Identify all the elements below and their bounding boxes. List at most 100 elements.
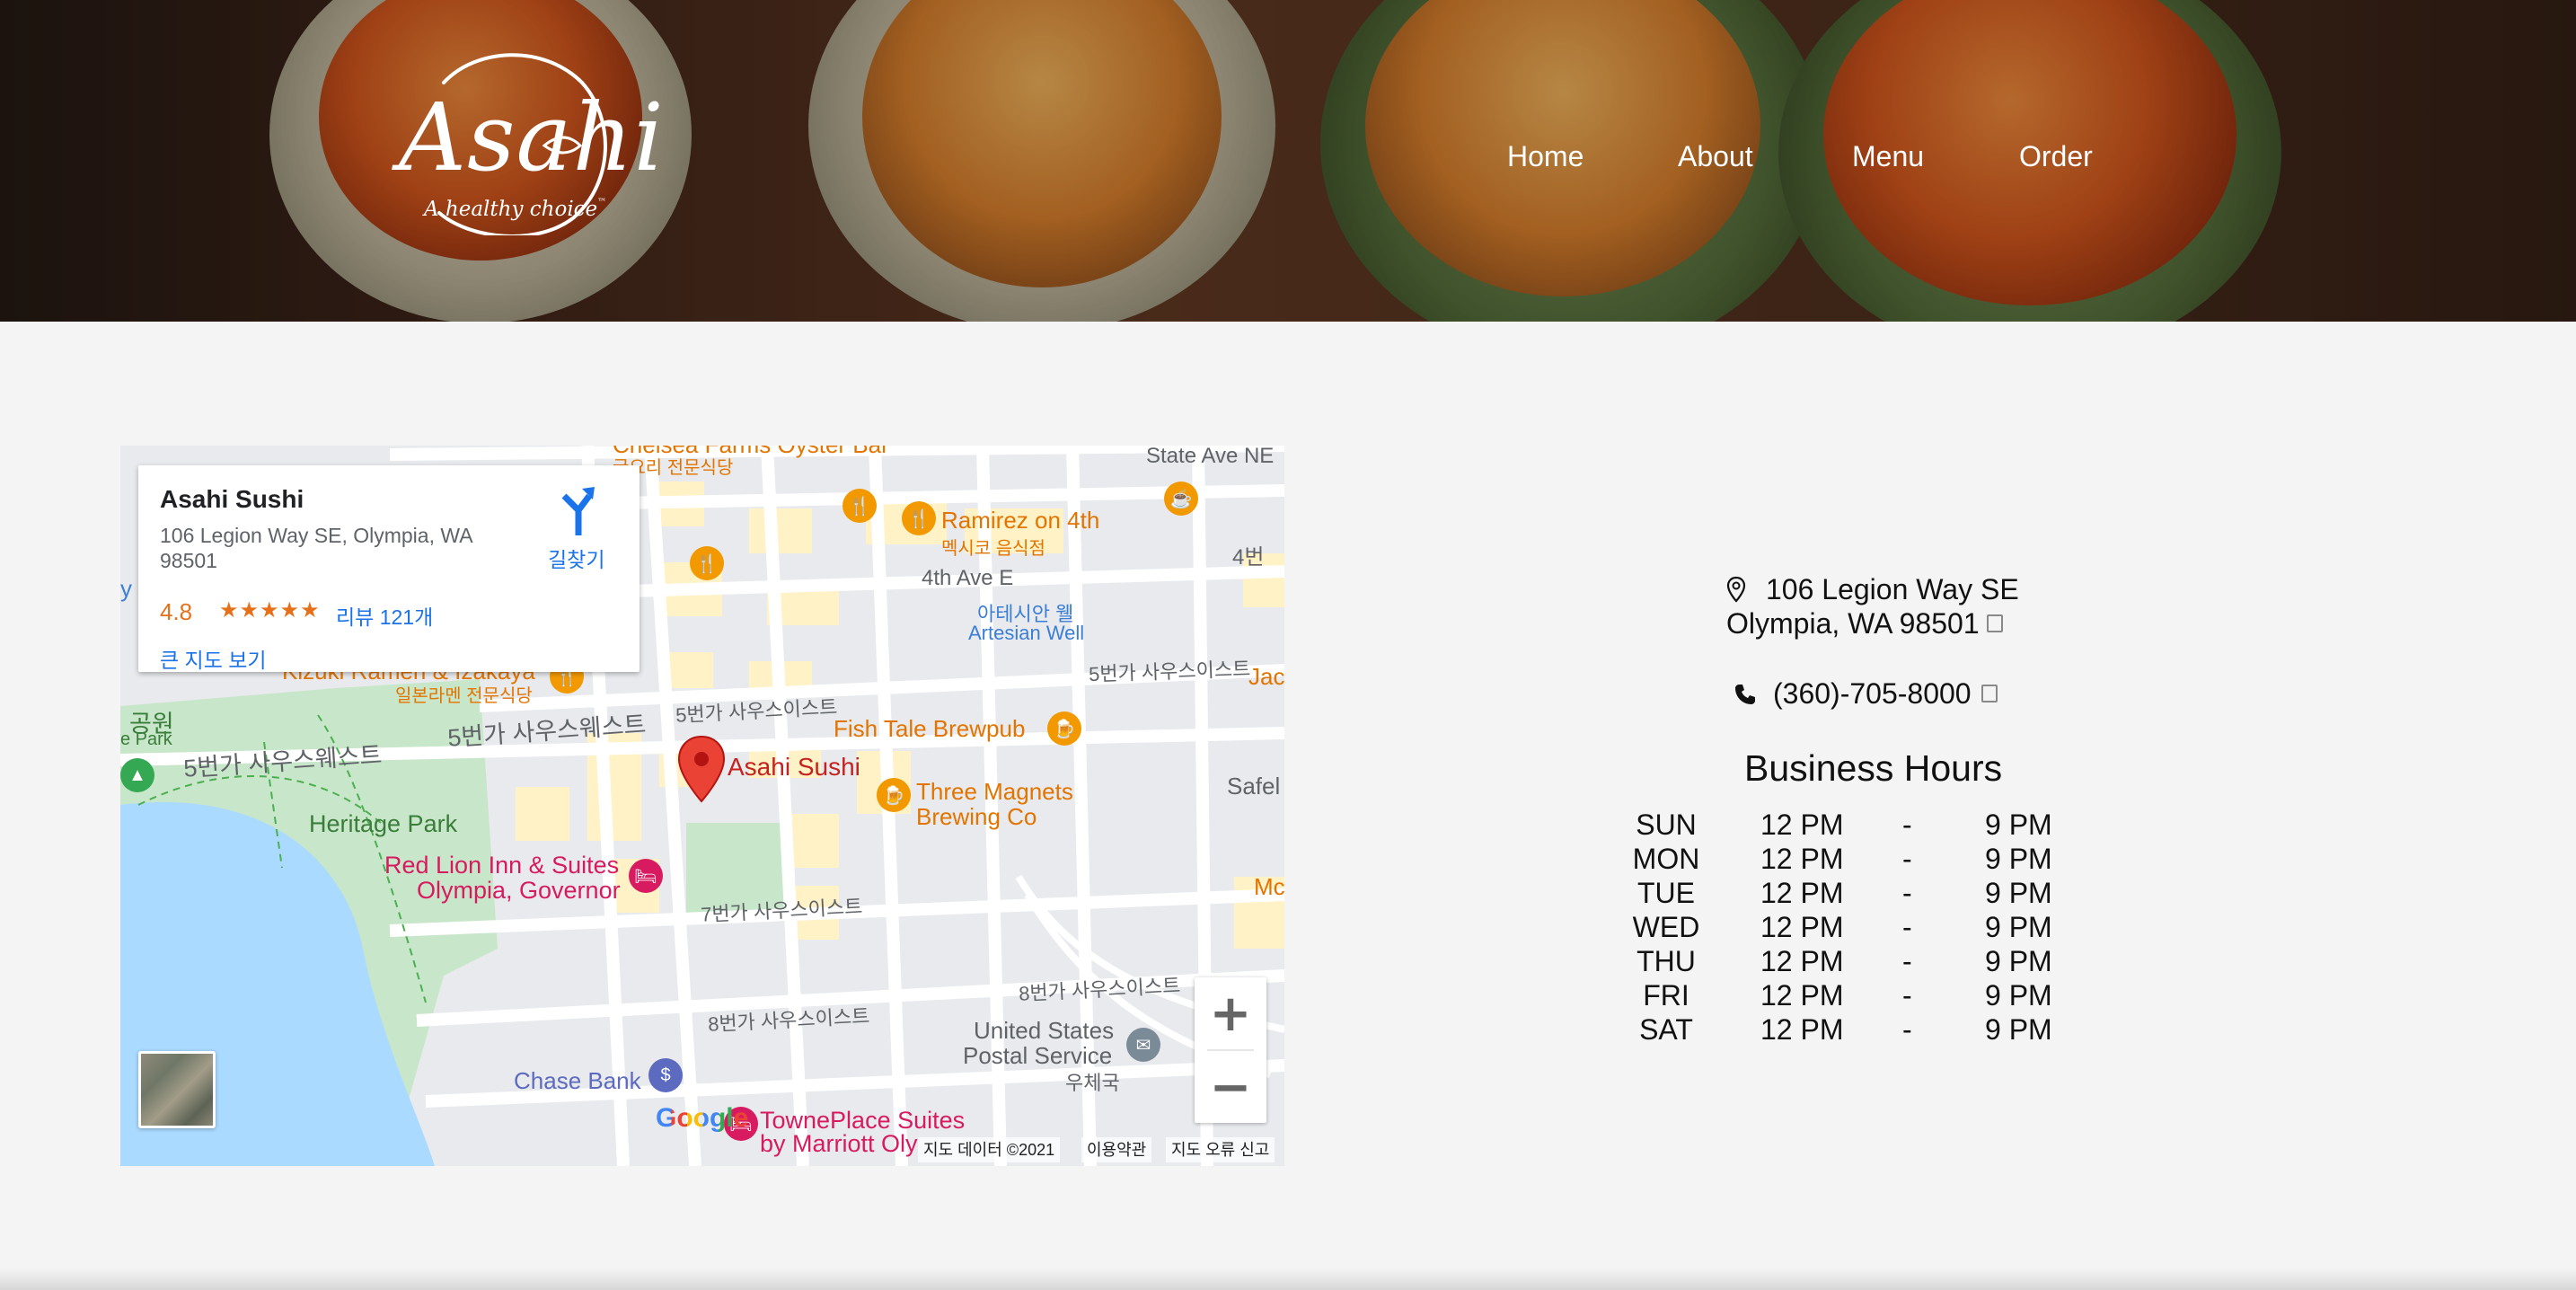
- hours-separator: -: [1902, 945, 1912, 977]
- hours-open: 12 PM: [1760, 1013, 1844, 1046]
- hours-separator: -: [1902, 1013, 1912, 1046]
- hours-separator: -: [1902, 979, 1912, 1012]
- hours-row: WED 12 PM - 9 PM: [1617, 911, 2066, 945]
- hours-day: FRI: [1643, 979, 1689, 1012]
- map-label: y: [120, 575, 132, 602]
- cafe-icon[interactable]: ☕: [1164, 482, 1198, 516]
- hours-day: WED: [1632, 911, 1700, 943]
- copy-icon[interactable]: [1987, 614, 2003, 632]
- map-label: United States: [974, 1017, 1115, 1044]
- google-map[interactable]: 🍴 🍴 🍴 ☕ 🍴 🍺 🍺 🛏 $ ✉ 🛏 ▲ Chelsea Farms Oy…: [120, 446, 1284, 1166]
- nav-about[interactable]: About: [1678, 140, 1753, 173]
- bar-icon[interactable]: 🍺: [1047, 711, 1081, 746]
- hours-separator: -: [1902, 808, 1912, 841]
- zoom-out-button[interactable]: −: [1195, 1051, 1266, 1123]
- hours-separator: -: [1902, 911, 1912, 943]
- hours-day: SUN: [1636, 808, 1697, 841]
- logo-tagline: A healthy choice™: [424, 198, 607, 221]
- map-label: Ramirez on 4th: [941, 507, 1100, 534]
- report-error-link[interactable]: 지도 오류 신고: [1166, 1137, 1275, 1162]
- restaurant-icon[interactable]: 🍴: [842, 489, 877, 523]
- hours-open: 12 PM: [1760, 945, 1844, 977]
- terms-link[interactable]: 이용약관: [1081, 1137, 1152, 1162]
- zoom-controls: + −: [1195, 977, 1266, 1123]
- map-label: Safel: [1227, 773, 1281, 800]
- restaurant-icon[interactable]: 🍴: [902, 501, 936, 535]
- map-label: Fish Tale Brewpub: [834, 715, 1026, 742]
- hours-row: FRI 12 PM - 9 PM: [1617, 979, 2066, 1013]
- hours-close: 9 PM: [1985, 808, 2052, 841]
- address-line-1: 106 Legion Way SE: [1766, 573, 2019, 605]
- asahi-logo[interactable]: Asahi A healthy choice™: [390, 47, 664, 235]
- satellite-toggle[interactable]: [138, 1051, 216, 1128]
- hero-banner: Asahi A healthy choice™ Home About Menu …: [0, 0, 2576, 322]
- park-icon[interactable]: ▲: [120, 758, 154, 792]
- hotel-icon[interactable]: 🛏: [629, 859, 663, 893]
- hours-close: 9 PM: [1985, 843, 2052, 875]
- hours-open: 12 PM: [1760, 808, 1844, 841]
- hero-overlay: [0, 0, 2576, 322]
- hours-close: 9 PM: [1985, 979, 2052, 1012]
- map-data-attribution: 지도 데이터 ©2021: [918, 1137, 1061, 1162]
- hours-day: THU: [1636, 945, 1696, 977]
- hours-day: SAT: [1639, 1013, 1693, 1046]
- map-label: Brewing Co: [916, 803, 1037, 830]
- map-label: by Marriott Oly: [760, 1130, 918, 1157]
- hours-row: SAT 12 PM - 9 PM: [1617, 1013, 2066, 1047]
- map-label-asahi[interactable]: Asahi Sushi: [728, 753, 860, 782]
- street-label: 5번가 사우스이스트: [1088, 657, 1251, 686]
- map-label: Three Magnets: [916, 778, 1073, 805]
- map-label: 일본라멘 전문식당: [395, 686, 533, 706]
- footer-edge: [0, 1268, 2576, 1290]
- rating-stars-icon: ★★★★★: [219, 598, 321, 623]
- bank-icon[interactable]: $: [648, 1058, 683, 1092]
- hours-close: 9 PM: [1985, 877, 2052, 909]
- place-address: 106 Legion Way SE, Olympia, WA 98501: [160, 524, 472, 572]
- nav-home[interactable]: Home: [1507, 140, 1584, 173]
- zoom-in-button[interactable]: +: [1195, 977, 1266, 1049]
- map-label: State Ave NE: [1146, 446, 1275, 468]
- google-logo[interactable]: Google: [656, 1103, 748, 1134]
- hours-close: 9 PM: [1985, 945, 2052, 977]
- hours-row: MON 12 PM - 9 PM: [1617, 843, 2066, 877]
- hours-close: 9 PM: [1985, 911, 2052, 943]
- map-label: Artesian Well: [968, 622, 1085, 644]
- hours-open: 12 PM: [1760, 877, 1844, 909]
- nav-menu[interactable]: Menu: [1852, 140, 1924, 173]
- map-label: 멕시코 음식점: [941, 539, 1045, 559]
- map-label: Jac: [1248, 663, 1284, 690]
- place-rating: 4.8: [160, 598, 193, 625]
- map-label: Mc: [1254, 873, 1284, 900]
- directions-icon[interactable]: [557, 483, 596, 537]
- restaurant-icon[interactable]: 🍴: [690, 546, 724, 580]
- hours-row: SUN 12 PM - 9 PM: [1617, 808, 2066, 843]
- view-larger-map-link[interactable]: 큰 지도 보기: [160, 643, 267, 674]
- hours-open: 12 PM: [1760, 979, 1844, 1012]
- map-label: Chase Bank: [514, 1067, 641, 1094]
- hours-open: 12 PM: [1760, 911, 1844, 943]
- hours-row: THU 12 PM - 9 PM: [1617, 945, 2066, 979]
- location-pin-icon: [1726, 576, 1746, 603]
- post-office-icon[interactable]: ✉: [1126, 1028, 1160, 1062]
- location-pin-icon[interactable]: [677, 735, 726, 803]
- hours-day: TUE: [1637, 877, 1695, 909]
- hours-separator: -: [1902, 843, 1912, 875]
- hours-row: TUE 12 PM - 9 PM: [1617, 877, 2066, 911]
- nav-order[interactable]: Order: [2019, 140, 2093, 173]
- phone-number[interactable]: (360)-705-8000: [1773, 677, 1972, 711]
- address-line-2: Olympia, WA 98501: [1726, 607, 1980, 640]
- map-label: Olympia, Governor: [417, 877, 621, 904]
- directions-link[interactable]: 길찾기: [548, 543, 604, 573]
- map-label: 우체국: [1065, 1072, 1120, 1094]
- hours-day: MON: [1632, 843, 1700, 875]
- phone-icon: [1735, 685, 1755, 704]
- copy-icon[interactable]: [1981, 685, 1998, 702]
- hours-separator: -: [1902, 877, 1912, 909]
- map-label: e Park: [120, 729, 172, 749]
- bar-icon[interactable]: 🍺: [877, 778, 911, 812]
- map-label: Postal Service: [963, 1042, 1113, 1069]
- map-label: Heritage Park: [309, 810, 458, 837]
- map-label: Red Lion Inn & Suites: [384, 852, 620, 879]
- business-hours-title: Business Hours: [1744, 747, 2003, 789]
- reviews-link[interactable]: 리뷰 121개: [336, 600, 433, 631]
